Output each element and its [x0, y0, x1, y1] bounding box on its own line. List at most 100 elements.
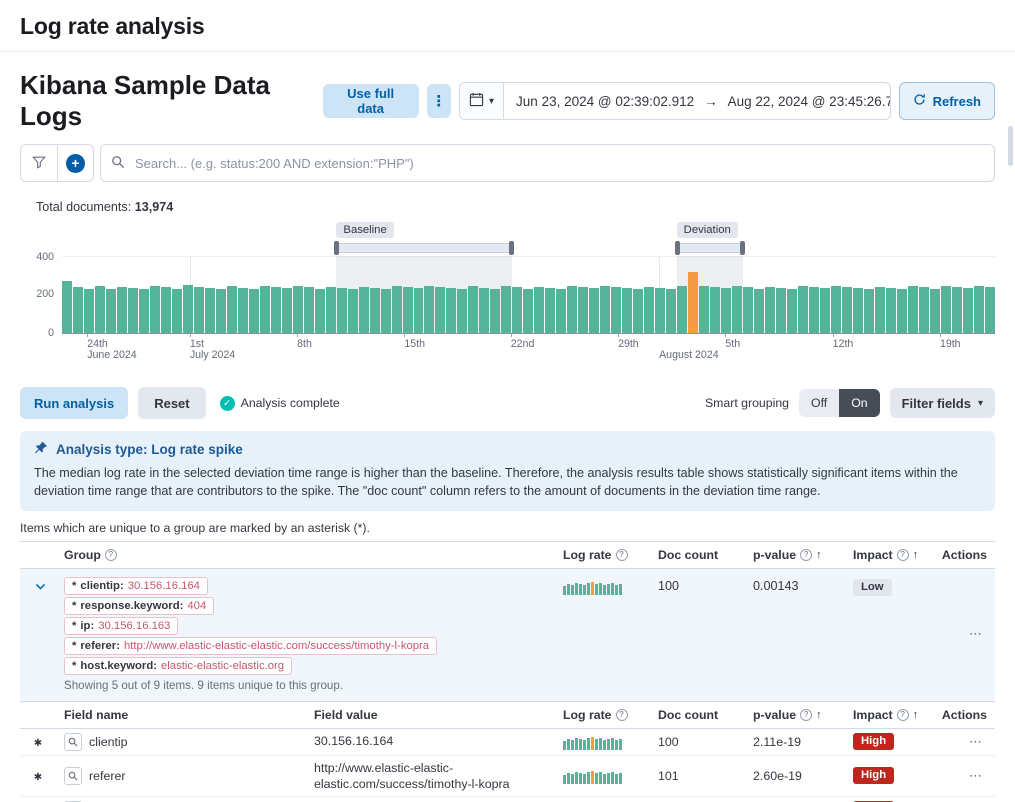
row-actions-button[interactable]: ⋯	[969, 768, 983, 783]
filter-fields-button[interactable]: Filter fields ▾	[890, 388, 995, 418]
histogram-bar	[337, 288, 347, 333]
use-full-data-button[interactable]: Use full data	[323, 84, 419, 118]
unique-items-note: Items which are unique to a group are ma…	[20, 521, 995, 535]
histogram-bar	[392, 286, 402, 333]
unique-asterisk: *	[72, 600, 76, 612]
histogram-bar	[919, 287, 929, 333]
x-axis-month-label: June 2024	[87, 349, 136, 361]
histogram-bar	[414, 288, 424, 333]
baseline-brush-left-handle[interactable]	[334, 241, 339, 255]
group-table-header: Group ? Log rate ? Doc count p-value ? ↑…	[20, 541, 995, 569]
run-analysis-button[interactable]: Run analysis	[20, 387, 128, 419]
info-icon[interactable]: ?	[800, 549, 812, 561]
unique-asterisk-icon: ✱	[34, 738, 42, 749]
info-icon[interactable]: ?	[897, 709, 909, 721]
filter-field-button[interactable]	[64, 733, 82, 751]
histogram-bar	[457, 289, 467, 333]
field-table-row: ✱refererhttp://www.elastic-elastic-elast…	[20, 756, 995, 797]
info-icon[interactable]: ?	[616, 709, 628, 721]
histogram-bar	[908, 286, 918, 333]
filter-field-button[interactable]	[64, 767, 82, 785]
y-axis-tick-label: 400	[20, 251, 54, 263]
histogram-bar	[282, 288, 292, 333]
x-axis-tickmark	[404, 334, 405, 337]
histogram-bar	[886, 288, 896, 333]
field-value: 30.156.16.164	[306, 729, 555, 753]
histogram-bar	[501, 286, 511, 333]
smart-grouping-label: Smart grouping	[705, 396, 789, 410]
x-axis-tickmark	[297, 334, 298, 337]
group-item-badge: *host.keyword:elastic-elastic-elastic.or…	[64, 657, 292, 675]
collapse-group-button[interactable]	[28, 577, 52, 599]
histogram-bar	[183, 285, 193, 333]
histogram-bar	[73, 287, 83, 333]
group-items-summary: Showing 5 out of 9 items. 9 items unique…	[64, 679, 547, 692]
group-item-badge: *clientip:30.156.16.164	[64, 577, 208, 595]
calendar-icon	[469, 92, 484, 110]
chevron-down-icon	[34, 580, 47, 596]
field-table-row: ✱clientip30.156.16.1641002.11e-19High⋯	[20, 729, 995, 756]
row-actions-button[interactable]: ⋯	[969, 626, 983, 641]
start-date[interactable]: Jun 23, 2024 @ 02:39:02.912	[516, 94, 694, 109]
histogram-bar	[952, 287, 962, 333]
histogram-bar	[139, 289, 149, 333]
info-icon[interactable]: ?	[105, 549, 117, 561]
info-icon[interactable]: ?	[800, 709, 812, 721]
histogram-bar	[315, 289, 325, 333]
baseline-brush[interactable]	[336, 243, 512, 253]
deviation-brush-left-handle[interactable]	[675, 241, 680, 255]
sample-size-button[interactable]: ⋮	[427, 84, 451, 118]
histogram-bar	[468, 286, 478, 333]
row-actions-button[interactable]: ⋯	[969, 734, 983, 749]
p-value-column-header[interactable]: p-value ? ↑	[745, 542, 845, 568]
x-axis-tick-label: 15th	[404, 338, 425, 350]
field-value: 30.156.16.163	[306, 798, 555, 802]
info-icon[interactable]: ?	[616, 549, 628, 561]
saved-query-menu-button[interactable]	[21, 145, 57, 181]
impact-column-header[interactable]: Impact ? ↑	[845, 702, 935, 728]
p-value-column-header[interactable]: p-value ? ↑	[745, 702, 845, 728]
histogram-bar	[62, 281, 72, 333]
impact-badge: Low	[853, 579, 892, 597]
smart-grouping-off[interactable]: Off	[799, 389, 839, 417]
histogram-bar	[622, 288, 632, 333]
group-p-value: 0.00143	[745, 575, 845, 595]
histogram-bar	[370, 288, 380, 333]
sort-ascending-icon: ↑	[913, 709, 919, 721]
x-axis-month-label: July 2024	[190, 349, 235, 361]
filter-funnel-icon	[32, 155, 46, 172]
histogram-bar	[512, 287, 522, 333]
histogram-bar	[732, 286, 742, 333]
query-bar: +	[20, 144, 995, 182]
group-item-badge: *ip:30.156.16.163	[64, 617, 178, 635]
deviation-brush-right-handle[interactable]	[740, 241, 745, 255]
analysis-type-callout: Analysis type: Log rate spike The median…	[20, 431, 995, 511]
deviation-brush[interactable]	[677, 243, 743, 253]
search-input[interactable]	[133, 155, 984, 172]
refresh-button[interactable]: Refresh	[899, 82, 995, 120]
brush-row: Baseline Deviation	[62, 220, 995, 256]
reset-button[interactable]: Reset	[138, 387, 205, 419]
group-item-field: clientip:	[80, 580, 123, 592]
group-item-field: ip:	[80, 620, 94, 632]
actions-column-header: Actions	[935, 702, 995, 728]
histogram-bar	[721, 288, 731, 333]
info-icon[interactable]: ?	[897, 549, 909, 561]
histogram-bar	[567, 286, 577, 333]
add-filter-button[interactable]: +	[57, 145, 93, 181]
histogram-bar	[611, 287, 621, 333]
histogram-bar	[710, 287, 720, 333]
baseline-brush-right-handle[interactable]	[509, 241, 514, 255]
impact-column-header[interactable]: Impact ? ↑	[845, 542, 935, 568]
filter-controls: +	[20, 144, 94, 182]
date-picker-calendar-button[interactable]: ▾	[460, 83, 504, 119]
histogram-bar	[106, 289, 116, 333]
histogram-bar-deviation	[688, 272, 698, 333]
scrollbar-thumb[interactable]	[1008, 126, 1013, 166]
data-view-title: Kibana Sample Data Logs	[20, 70, 323, 132]
field-rows: ✱clientip30.156.16.1641002.11e-19High⋯✱r…	[20, 729, 995, 802]
smart-grouping-on[interactable]: On	[839, 389, 879, 417]
histogram-bar	[348, 289, 358, 333]
end-date[interactable]: Aug 22, 2024 @ 23:45:26.749	[728, 94, 891, 109]
histogram-bar	[644, 287, 654, 333]
